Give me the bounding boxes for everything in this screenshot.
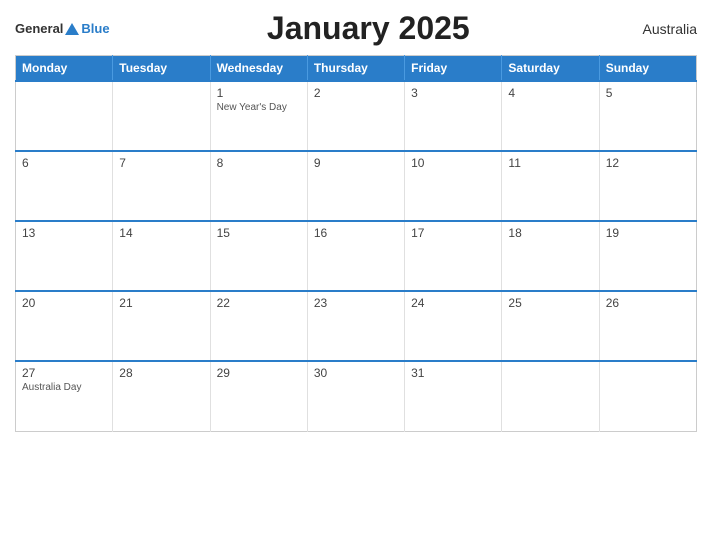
day-number: 9	[314, 156, 398, 170]
calendar-cell	[502, 361, 599, 431]
day-number: 24	[411, 296, 495, 310]
day-number: 6	[22, 156, 106, 170]
day-number: 18	[508, 226, 592, 240]
day-number: 26	[606, 296, 690, 310]
calendar-week-row: 1 New Year's Day 2345	[16, 81, 697, 151]
calendar-header-row: MondayTuesdayWednesdayThursdayFridaySatu…	[16, 56, 697, 82]
weekday-header-wednesday: Wednesday	[210, 56, 307, 82]
day-number: 31	[411, 366, 495, 380]
calendar-week-row: 6789 10 11 12	[16, 151, 697, 221]
day-number: 7	[119, 156, 203, 170]
day-number: 5	[606, 86, 690, 100]
day-number: 1	[217, 86, 301, 100]
day-number: 19	[606, 226, 690, 240]
day-number: 29	[217, 366, 301, 380]
logo-triangle-icon	[65, 23, 79, 35]
calendar-cell: 25	[502, 291, 599, 361]
calendar-cell: 23	[307, 291, 404, 361]
day-event: Australia Day	[22, 382, 106, 393]
calendar-cell: 17	[405, 221, 502, 291]
logo-general-text: General	[15, 21, 63, 36]
logo-blue-text: Blue	[81, 21, 109, 36]
calendar-cell: 5	[599, 81, 696, 151]
calendar-cell: 6	[16, 151, 113, 221]
calendar-week-row: 13 14 15 16 17 18 19	[16, 221, 697, 291]
calendar-cell: 1 New Year's Day	[210, 81, 307, 151]
calendar-week-row: 27 Australia Day 28 29 30 31	[16, 361, 697, 431]
calendar-cell: 14	[113, 221, 210, 291]
calendar-cell: 20	[16, 291, 113, 361]
weekday-header-thursday: Thursday	[307, 56, 404, 82]
weekday-header-saturday: Saturday	[502, 56, 599, 82]
weekday-header-sunday: Sunday	[599, 56, 696, 82]
calendar-cell	[599, 361, 696, 431]
calendar-cell: 10	[405, 151, 502, 221]
weekday-header-row: MondayTuesdayWednesdayThursdayFridaySatu…	[16, 56, 697, 82]
calendar-cell: 8	[210, 151, 307, 221]
calendar-cell: 2	[307, 81, 404, 151]
calendar-cell: 13	[16, 221, 113, 291]
calendar-header: General Blue January 2025 Australia	[15, 10, 697, 47]
calendar-title: January 2025	[110, 10, 627, 47]
calendar-cell: 16	[307, 221, 404, 291]
day-number: 28	[119, 366, 203, 380]
calendar-wrapper: General Blue January 2025 Australia Mond…	[0, 0, 712, 550]
day-number: 22	[217, 296, 301, 310]
calendar-table: MondayTuesdayWednesdayThursdayFridaySatu…	[15, 55, 697, 432]
calendar-cell	[113, 81, 210, 151]
day-number: 25	[508, 296, 592, 310]
day-number: 4	[508, 86, 592, 100]
day-number: 10	[411, 156, 495, 170]
calendar-cell: 18	[502, 221, 599, 291]
day-number: 8	[217, 156, 301, 170]
calendar-cell: 7	[113, 151, 210, 221]
calendar-cell	[16, 81, 113, 151]
weekday-header-friday: Friday	[405, 56, 502, 82]
day-number: 14	[119, 226, 203, 240]
day-number: 27	[22, 366, 106, 380]
calendar-cell: 28	[113, 361, 210, 431]
logo: General Blue	[15, 21, 110, 36]
day-number: 20	[22, 296, 106, 310]
calendar-cell: 29	[210, 361, 307, 431]
calendar-cell: 22	[210, 291, 307, 361]
calendar-cell: 15	[210, 221, 307, 291]
day-number: 13	[22, 226, 106, 240]
day-number: 16	[314, 226, 398, 240]
calendar-cell: 26	[599, 291, 696, 361]
day-number: 15	[217, 226, 301, 240]
country-label: Australia	[627, 21, 697, 37]
calendar-cell: 24	[405, 291, 502, 361]
day-number: 12	[606, 156, 690, 170]
calendar-cell: 19	[599, 221, 696, 291]
day-number: 3	[411, 86, 495, 100]
calendar-cell: 9	[307, 151, 404, 221]
day-event: New Year's Day	[217, 102, 301, 113]
day-number: 2	[314, 86, 398, 100]
calendar-cell: 30	[307, 361, 404, 431]
calendar-cell: 12	[599, 151, 696, 221]
day-number: 21	[119, 296, 203, 310]
weekday-header-tuesday: Tuesday	[113, 56, 210, 82]
day-number: 23	[314, 296, 398, 310]
calendar-cell: 31	[405, 361, 502, 431]
weekday-header-monday: Monday	[16, 56, 113, 82]
calendar-cell: 11	[502, 151, 599, 221]
calendar-week-row: 20 21 22 23 24 25 26	[16, 291, 697, 361]
calendar-body: 1New Year's Day2345678910111213141516171…	[16, 81, 697, 431]
calendar-cell: 21	[113, 291, 210, 361]
calendar-cell: 4	[502, 81, 599, 151]
day-number: 11	[508, 156, 592, 170]
calendar-cell: 3	[405, 81, 502, 151]
calendar-cell: 27 Australia Day	[16, 361, 113, 431]
day-number: 17	[411, 226, 495, 240]
day-number: 30	[314, 366, 398, 380]
